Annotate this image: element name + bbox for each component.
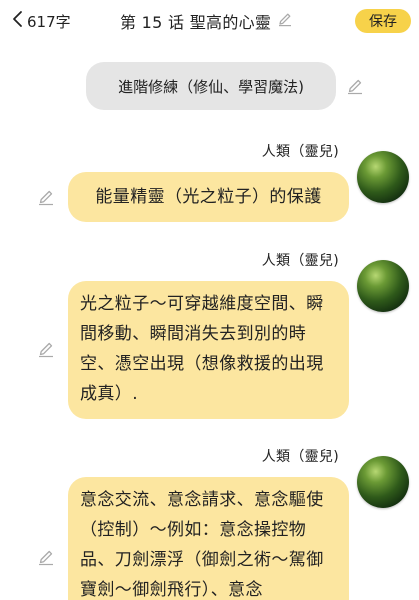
- message-bubble[interactable]: 光之粒子～可穿越維度空間、瞬間移動、瞬間消失去到別的時空、憑空出現（想像救援的出…: [68, 281, 349, 419]
- speaker-name: 人類（靈兒): [261, 449, 339, 465]
- message-bubble[interactable]: 意念交流、意念請求、意念驅使（控制）～例如：意念操控物品、刀劍漂浮（御劍之術～駕…: [68, 477, 349, 600]
- green-sphere-avatar[interactable]: [357, 260, 409, 312]
- word-count: 617字: [27, 12, 71, 31]
- chevron-left-icon: [10, 10, 24, 32]
- green-sphere-avatar[interactable]: [357, 456, 409, 508]
- chapter-section-label[interactable]: 進階修練（修仙、學習魔法): [86, 62, 336, 110]
- chat-editor-screen: 617字 第 15 话 聖高的心靈 保存 進階修練（修仙、學習魔法) 人類（靈兒…: [0, 0, 419, 600]
- pencil-icon[interactable]: [37, 548, 55, 566]
- pencil-icon[interactable]: [277, 11, 293, 31]
- chapter-title[interactable]: 第 15 话 聖高的心靈: [120, 9, 293, 33]
- chapter-title-text: 第 15 话 聖高的心靈: [120, 13, 272, 32]
- speaker-name: 人類（靈兒): [261, 253, 339, 269]
- save-button[interactable]: 保存: [355, 9, 411, 33]
- pencil-icon[interactable]: [37, 188, 55, 206]
- speaker-name: 人類（靈兒): [261, 144, 339, 160]
- back-button[interactable]: 617字: [10, 9, 71, 33]
- green-sphere-avatar[interactable]: [357, 151, 409, 203]
- pencil-icon[interactable]: [37, 340, 55, 358]
- pencil-icon[interactable]: [346, 77, 364, 95]
- message-bubble[interactable]: 能量精靈（光之粒子）的保護: [68, 172, 349, 222]
- top-bar: 617字 第 15 话 聖高的心靈 保存: [0, 0, 419, 42]
